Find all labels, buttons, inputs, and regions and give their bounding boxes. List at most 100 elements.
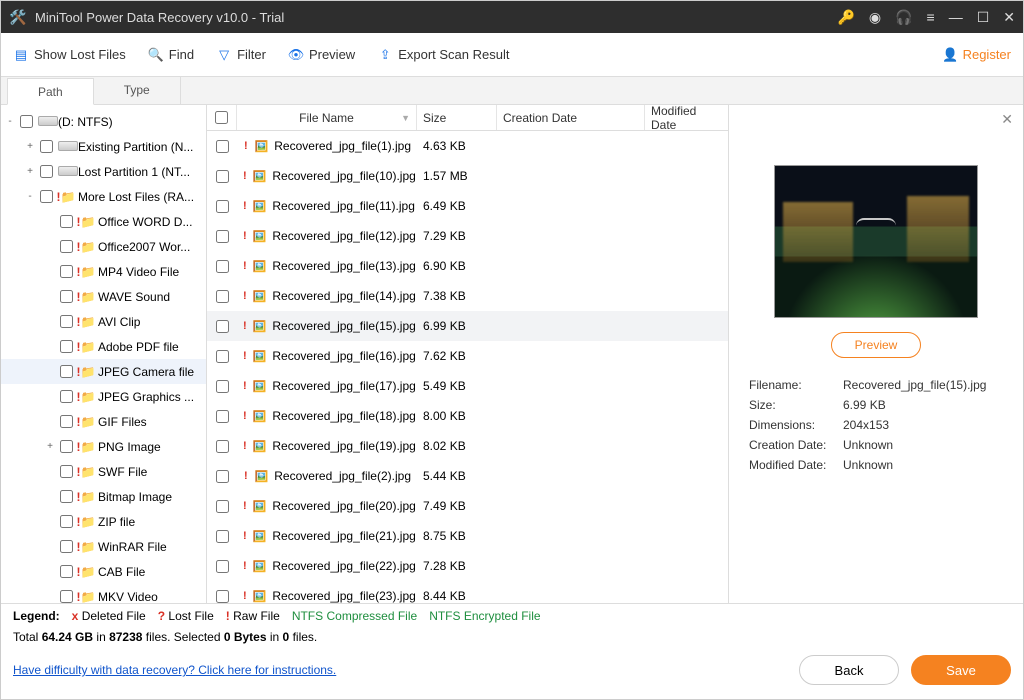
find-button[interactable]: 🔍 Find	[148, 47, 194, 63]
headphones-icon[interactable]: 🎧	[895, 9, 912, 26]
file-row[interactable]: !🖼️Recovered_jpg_file(18).jpg8.00 KB	[207, 401, 728, 431]
tree-node[interactable]: !📁WAVE Sound	[1, 284, 206, 309]
tree-checkbox[interactable]	[60, 390, 73, 403]
col-size[interactable]: Size	[417, 105, 497, 130]
file-checkbox[interactable]	[216, 170, 229, 183]
tree-checkbox[interactable]	[60, 340, 73, 353]
file-list-body[interactable]: !🖼️Recovered_jpg_file(1).jpg4.63 KB!🖼️Re…	[207, 131, 728, 603]
file-checkbox[interactable]	[216, 380, 229, 393]
file-row[interactable]: !🖼️Recovered_jpg_file(1).jpg4.63 KB	[207, 131, 728, 161]
tree-node[interactable]: -!📁More Lost Files (RA...	[1, 184, 206, 209]
file-row[interactable]: !🖼️Recovered_jpg_file(20).jpg7.49 KB	[207, 491, 728, 521]
col-creation-date[interactable]: Creation Date	[497, 105, 645, 130]
file-checkbox[interactable]	[216, 350, 229, 363]
tree-checkbox[interactable]	[20, 115, 33, 128]
tree-node[interactable]: !📁JPEG Camera file	[1, 359, 206, 384]
preview-toggle-button[interactable]: 👁 Preview	[288, 47, 355, 63]
export-scan-button[interactable]: ⇪ Export Scan Result	[377, 47, 509, 63]
tree-node[interactable]: +Existing Partition (N...	[1, 134, 206, 159]
close-preview-icon[interactable]: ✕	[1001, 111, 1013, 128]
tree-node[interactable]: !📁ZIP file	[1, 509, 206, 534]
tree-toggle-icon[interactable]: +	[25, 141, 35, 152]
file-row[interactable]: !🖼️Recovered_jpg_file(11).jpg6.49 KB	[207, 191, 728, 221]
key-icon[interactable]: 🔑	[837, 9, 854, 26]
file-row[interactable]: !🖼️Recovered_jpg_file(2).jpg5.44 KB	[207, 461, 728, 491]
tree-node[interactable]: !📁Office WORD D...	[1, 209, 206, 234]
file-row[interactable]: !🖼️Recovered_jpg_file(12).jpg7.29 KB	[207, 221, 728, 251]
tree-node[interactable]: !📁MP4 Video File	[1, 259, 206, 284]
tree-node[interactable]: !📁SWF File	[1, 459, 206, 484]
file-checkbox[interactable]	[216, 140, 229, 153]
file-checkbox[interactable]	[216, 290, 229, 303]
tree-checkbox[interactable]	[40, 140, 53, 153]
save-button[interactable]: Save	[911, 655, 1011, 685]
tree-checkbox[interactable]	[60, 415, 73, 428]
tree-checkbox[interactable]	[60, 540, 73, 553]
tab-type[interactable]: Type	[94, 77, 181, 104]
file-checkbox[interactable]	[216, 590, 229, 603]
maximize-icon[interactable]: ☐	[977, 9, 990, 26]
file-row[interactable]: !🖼️Recovered_jpg_file(15).jpg6.99 KB	[207, 311, 728, 341]
file-checkbox[interactable]	[216, 410, 229, 423]
file-checkbox[interactable]	[216, 440, 229, 453]
tree-node[interactable]: !📁AVI Clip	[1, 309, 206, 334]
file-checkbox[interactable]	[216, 320, 229, 333]
tree-checkbox[interactable]	[60, 290, 73, 303]
file-checkbox[interactable]	[216, 500, 229, 513]
minimize-icon[interactable]: —	[949, 9, 963, 25]
tree-node[interactable]: !📁GIF Files	[1, 409, 206, 434]
register-button[interactable]: 👤 Register	[942, 47, 1011, 63]
preview-button[interactable]: Preview	[831, 332, 921, 358]
tree-checkbox[interactable]	[60, 365, 73, 378]
tree-node[interactable]: -(D: NTFS)	[1, 109, 206, 134]
file-row[interactable]: !🖼️Recovered_jpg_file(16).jpg7.62 KB	[207, 341, 728, 371]
menu-icon[interactable]: ≡	[927, 9, 935, 25]
file-row[interactable]: !🖼️Recovered_jpg_file(14).jpg7.38 KB	[207, 281, 728, 311]
select-all-checkbox[interactable]	[215, 111, 228, 124]
tree-node[interactable]: !📁MKV Video	[1, 584, 206, 603]
tree-checkbox[interactable]	[60, 215, 73, 228]
tree-checkbox[interactable]	[60, 590, 73, 603]
tree-node[interactable]: +Lost Partition 1 (NT...	[1, 159, 206, 184]
tree-checkbox[interactable]	[40, 165, 53, 178]
tree-checkbox[interactable]	[60, 240, 73, 253]
tree-toggle-icon[interactable]: +	[25, 166, 35, 177]
tree-checkbox[interactable]	[60, 515, 73, 528]
file-row[interactable]: !🖼️Recovered_jpg_file(23).jpg8.44 KB	[207, 581, 728, 603]
tree-checkbox[interactable]	[60, 565, 73, 578]
tree-toggle-icon[interactable]: -	[5, 116, 15, 127]
tree-checkbox[interactable]	[60, 465, 73, 478]
tree-node[interactable]: !📁WinRAR File	[1, 534, 206, 559]
tree-toggle-icon[interactable]: +	[45, 441, 55, 452]
file-checkbox[interactable]	[216, 200, 229, 213]
tab-path[interactable]: Path	[7, 78, 94, 105]
tree-toggle-icon[interactable]: -	[25, 191, 35, 202]
tree-node[interactable]: !📁Bitmap Image	[1, 484, 206, 509]
filter-button[interactable]: ▽ Filter	[216, 47, 266, 63]
file-row[interactable]: !🖼️Recovered_jpg_file(22).jpg7.28 KB	[207, 551, 728, 581]
tree-node[interactable]: !📁CAB File	[1, 559, 206, 584]
tree-checkbox[interactable]	[60, 265, 73, 278]
file-checkbox[interactable]	[216, 470, 229, 483]
file-checkbox[interactable]	[216, 230, 229, 243]
show-lost-files-button[interactable]: ▤ Show Lost Files	[13, 47, 126, 63]
col-modified-date[interactable]: Modified Date	[645, 105, 727, 130]
tree-node[interactable]: !📁Office2007 Wor...	[1, 234, 206, 259]
file-row[interactable]: !🖼️Recovered_jpg_file(17).jpg5.49 KB	[207, 371, 728, 401]
file-checkbox[interactable]	[216, 530, 229, 543]
tree-node[interactable]: !📁JPEG Graphics ...	[1, 384, 206, 409]
tree-node[interactable]: !📁Adobe PDF file	[1, 334, 206, 359]
file-checkbox[interactable]	[216, 260, 229, 273]
file-row[interactable]: !🖼️Recovered_jpg_file(10).jpg1.57 MB	[207, 161, 728, 191]
tree-checkbox[interactable]	[60, 440, 73, 453]
col-filename[interactable]: File Name ▼	[237, 105, 417, 130]
tree-checkbox[interactable]	[40, 190, 53, 203]
folder-tree[interactable]: -(D: NTFS)+Existing Partition (N...+Lost…	[1, 105, 207, 603]
file-row[interactable]: !🖼️Recovered_jpg_file(21).jpg8.75 KB	[207, 521, 728, 551]
disc-icon[interactable]: ◉	[869, 9, 881, 26]
help-link[interactable]: Have difficulty with data recovery? Clic…	[13, 663, 336, 677]
tree-checkbox[interactable]	[60, 315, 73, 328]
tree-node[interactable]: +!📁PNG Image	[1, 434, 206, 459]
close-icon[interactable]: ✕	[1003, 9, 1015, 26]
tree-checkbox[interactable]	[60, 490, 73, 503]
